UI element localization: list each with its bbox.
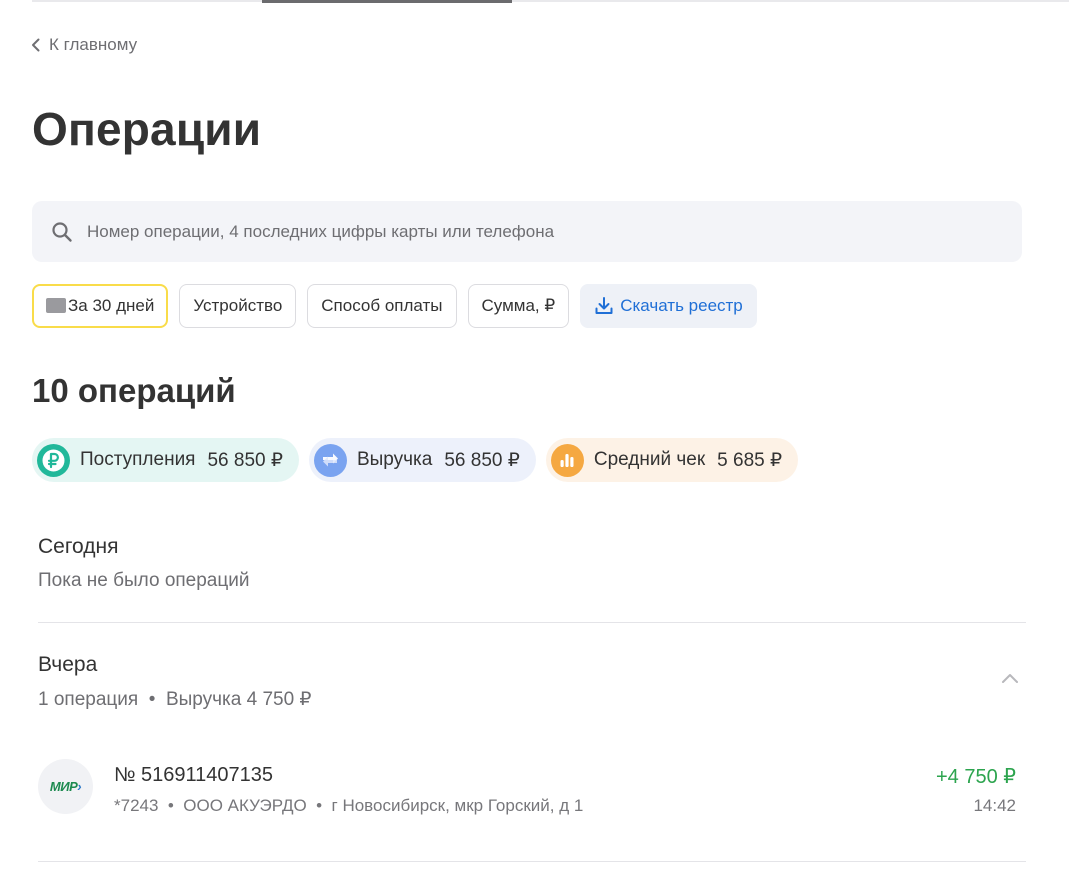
payment-method-filter-label: Способ оплаты xyxy=(321,296,443,315)
operation-time: 14:42 xyxy=(973,796,1016,815)
device-filter-button[interactable]: Устройство xyxy=(179,284,297,328)
bar-chart-icon xyxy=(550,443,584,477)
group-yesterday[interactable]: Вчера 1 операция • Выручка 4 750 ₽ xyxy=(38,653,1026,711)
income-value: 56 850 ₽ xyxy=(207,449,283,471)
revenue-label: Выручка xyxy=(356,449,433,470)
chevron-up-icon[interactable] xyxy=(1000,671,1020,685)
group-subtitle: Пока не было операций xyxy=(38,570,250,591)
income-summary: Поступления 56 850 ₽ xyxy=(32,438,299,482)
period-filter-label: За 30 дней xyxy=(68,296,155,315)
group-subtitle: 1 операция • Выручка 4 750 ₽ xyxy=(38,689,312,710)
back-link-label: К главному xyxy=(49,35,138,54)
mir-accent-mark: › xyxy=(77,779,82,794)
amount-filter-label: Сумма, ₽ xyxy=(481,296,556,315)
download-registry-button[interactable]: Скачать реестр xyxy=(580,284,757,328)
page-title: Операции xyxy=(32,103,262,155)
top-tab-track xyxy=(32,0,1069,2)
group-title: Вчера xyxy=(38,653,98,676)
payment-method-filter-button[interactable]: Способ оплаты xyxy=(307,284,457,328)
download-registry-label: Скачать реестр xyxy=(620,296,743,315)
average-check-label: Средний чек xyxy=(593,449,706,470)
group-title: Сегодня xyxy=(38,535,119,558)
ruble-icon xyxy=(37,443,70,477)
operations-count-title: 10 операций xyxy=(32,372,236,409)
operation-number: № 516911407135 xyxy=(114,764,274,786)
divider xyxy=(38,861,1026,862)
mir-card-logo: МИР › xyxy=(38,759,93,814)
summary-pills: Поступления 56 850 ₽ Выручка 56 850 ₽ Ср… xyxy=(32,438,799,482)
operation-amount: +4 750 ₽ xyxy=(935,766,1016,788)
average-check-summary: Средний чек 5 685 ₽ xyxy=(545,438,799,482)
income-label: Поступления xyxy=(80,449,196,470)
revenue-summary: Выручка 56 850 ₽ xyxy=(308,438,536,482)
search-icon xyxy=(52,221,72,242)
filter-bar: За 30 дней Устройство Способ оплаты Сумм… xyxy=(32,284,757,328)
search-input[interactable] xyxy=(87,221,967,242)
chevron-left-icon xyxy=(32,38,40,52)
group-today: Сегодня Пока не было операций xyxy=(38,535,1026,592)
operation-details: *7243 • ООО АКУЭРДО • г Новосибирск, мкр… xyxy=(114,796,584,815)
period-filter-button[interactable]: За 30 дней xyxy=(32,284,169,328)
download-icon xyxy=(595,297,613,314)
amount-filter-button[interactable]: Сумма, ₽ xyxy=(467,284,570,328)
calendar-icon xyxy=(46,297,66,313)
card-brand-text: МИР xyxy=(49,779,78,794)
divider xyxy=(38,622,1026,623)
search-bar[interactable] xyxy=(32,201,1022,262)
operation-row[interactable]: МИР › № 516911407135 *7243 • ООО АКУЭРДО … xyxy=(38,759,1016,819)
revenue-value: 56 850 ₽ xyxy=(444,449,520,471)
average-check-value: 5 685 ₽ xyxy=(717,449,783,471)
transfer-arrows-icon xyxy=(313,443,347,477)
top-tab-active-indicator xyxy=(262,0,512,3)
back-to-main-link[interactable]: К главному xyxy=(31,35,137,55)
device-filter-label: Устройство xyxy=(193,296,283,315)
